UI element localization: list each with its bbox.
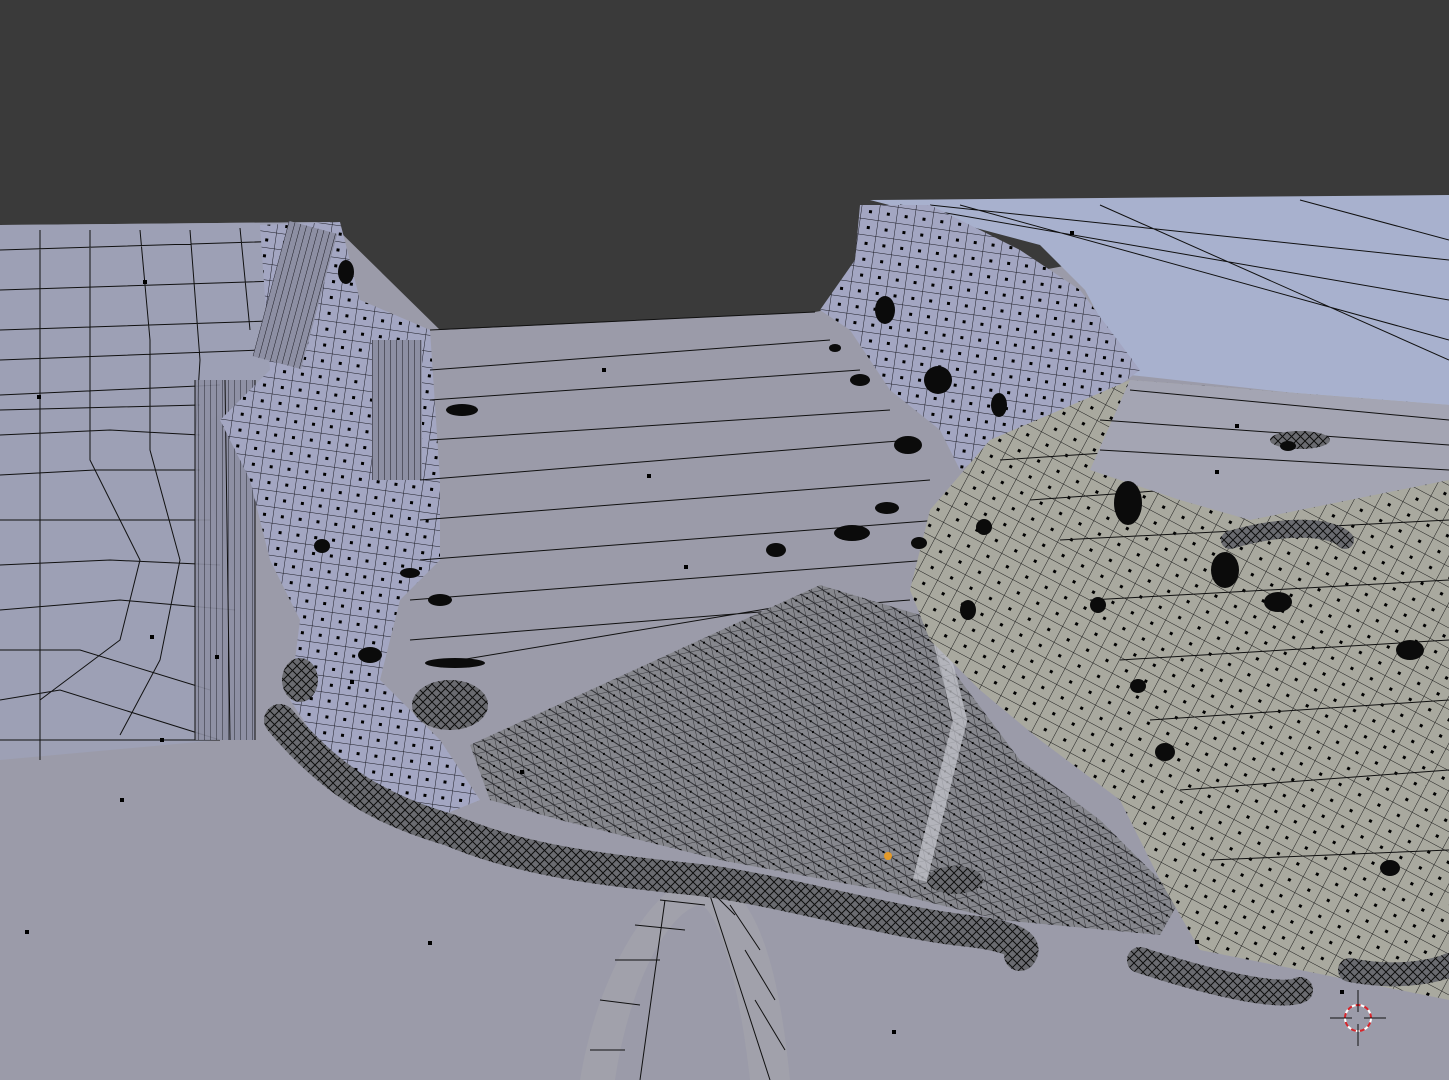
selected-vertex[interactable] (884, 852, 892, 860)
3d-viewport[interactable] (0, 0, 1449, 1080)
scene-canvas[interactable] (0, 0, 1449, 1080)
